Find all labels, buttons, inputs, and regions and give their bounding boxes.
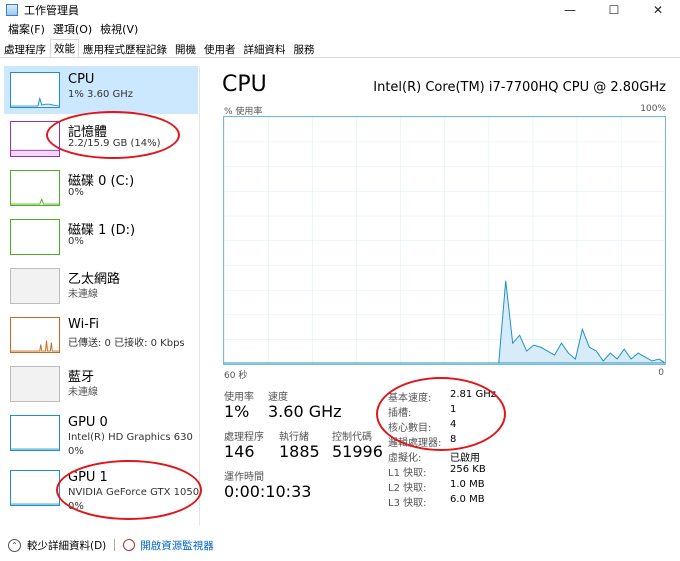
uptime-label: 運作時間: [224, 472, 264, 483]
menu-view[interactable]: 檢視(V): [96, 21, 142, 37]
gpu-1-thumbnail: [10, 470, 60, 506]
sidebar-item-value: 未連線: [68, 289, 98, 300]
menu-file[interactable]: 檔案(F): [4, 21, 49, 37]
task-manager-icon: [6, 4, 18, 16]
tab-details[interactable]: 詳細資料: [240, 40, 290, 57]
usage-value: 1%: [224, 402, 250, 421]
handles-label: 控制代碼: [332, 432, 372, 443]
sidebar-item-disk-1[interactable]: 磁碟 1 (D:) 0%: [4, 213, 198, 261]
sidebar-item-value: 0%: [68, 187, 84, 198]
spec-value: 已啟用: [450, 453, 480, 464]
spec-value: 256 KB: [450, 464, 486, 475]
graph-x-end: 0: [658, 368, 664, 378]
open-resource-monitor-link[interactable]: 開啟資源監視器: [140, 538, 214, 553]
sidebar-item-value: Intel(R) HD Graphics 630: [68, 432, 193, 443]
spec-label: 核心數目:: [388, 423, 432, 434]
sidebar-item-memory[interactable]: 記憶體 2.2/15.9 GB (14%): [4, 115, 198, 163]
gpu-0-thumbnail: [10, 415, 60, 451]
cpu-usage-graph: [223, 116, 666, 365]
window-title: 工作管理員: [24, 4, 79, 17]
minimize-button[interactable]: —: [548, 0, 592, 20]
tab-services[interactable]: 服務: [290, 40, 319, 57]
spec-label: 基本速度:: [388, 393, 432, 404]
processes-label: 處理程序: [224, 432, 264, 443]
sidebar-item-gpu-1[interactable]: GPU 1 NVIDIA GeForce GTX 1050 0%: [4, 464, 200, 518]
fewer-details-button[interactable]: 較少詳細資料(D): [27, 538, 106, 553]
tab-app-history[interactable]: 應用程式歷程記錄: [79, 40, 171, 57]
spec-value: 2.81 GHz: [450, 389, 496, 400]
resource-monitor-icon: [123, 539, 136, 551]
sidebar-item-value: 1% 3.60 GHz: [68, 89, 134, 100]
cpu-thumbnail: [10, 72, 60, 108]
bluetooth-thumbnail: [10, 366, 60, 402]
speed-label: 速度: [268, 392, 288, 403]
sidebar-item-bluetooth[interactable]: 藍牙 未連線: [4, 360, 198, 408]
sidebar-item-ethernet[interactable]: 乙太網路 未連線: [4, 262, 198, 310]
footer-divider: [114, 539, 116, 551]
spec-label: L2 快取:: [388, 483, 427, 494]
menu-options[interactable]: 選項(O): [49, 21, 96, 37]
usage-label: 使用率: [224, 392, 254, 403]
spec-value: 4: [450, 419, 457, 430]
graph-y-max: 100%: [640, 104, 666, 114]
threads-label: 執行緒: [279, 432, 309, 443]
disk-1-thumbnail: [10, 219, 60, 255]
disk-0-thumbnail: [10, 170, 60, 206]
title-bar: 工作管理員 — ☐ ✕: [0, 0, 680, 20]
page-title: CPU: [222, 72, 267, 97]
sidebar-item-value: 2.2/15.9 GB (14%): [68, 138, 161, 149]
spec-label: 虛擬化:: [388, 453, 422, 464]
spec-label: 邏輯處理器:: [388, 438, 442, 449]
spec-label: L1 快取:: [388, 468, 427, 479]
graph-x-start: 60 秒: [224, 371, 248, 381]
tab-processes[interactable]: 處理程序: [0, 40, 50, 57]
sidebar-item-wifi[interactable]: Wi-Fi 已傳送: 0 已接收: 0 Kbps: [4, 311, 198, 359]
close-button[interactable]: ✕: [636, 0, 680, 20]
speed-value: 3.60 GHz: [268, 402, 342, 421]
sidebar-item-value: 0%: [68, 236, 84, 247]
sidebar-item-gpu-0[interactable]: GPU 0 Intel(R) HD Graphics 630 0%: [4, 409, 198, 463]
spec-value: 1: [450, 404, 457, 415]
sidebar-item-cpu[interactable]: CPU 1% 3.60 GHz: [4, 66, 198, 114]
ethernet-thumbnail: [10, 268, 60, 304]
processes-value: 146: [224, 442, 255, 461]
sidebar-item-label: GPU 0: [68, 415, 108, 430]
wifi-thumbnail: [10, 317, 60, 353]
cpu-model-name: Intel(R) Core(TM) i7-7700HQ CPU @ 2.80GH…: [373, 80, 666, 95]
sidebar-item-label: Wi-Fi: [68, 317, 100, 332]
sidebar-item-label: CPU: [68, 72, 95, 87]
sidebar-item-value: 已傳送: 0 已接收: 0 Kbps: [68, 338, 185, 349]
threads-value: 1885: [279, 442, 320, 461]
chevron-up-icon[interactable]: ⌃: [8, 538, 21, 552]
spec-label: L3 快取:: [388, 498, 427, 509]
sidebar-item-value: NVIDIA GeForce GTX 1050: [68, 487, 200, 498]
spec-value: 1.0 MB: [450, 479, 485, 490]
spec-value: 8: [450, 434, 457, 445]
footer-bar: ⌃ 較少詳細資料(D) 開啟資源監視器: [0, 535, 680, 555]
resource-sidebar: CPU 1% 3.60 GHz 記憶體 2.2/15.9 GB (14%) 磁碟…: [0, 66, 200, 525]
menu-bar: 檔案(F) 選項(O) 檢視(V): [0, 20, 680, 38]
sidebar-item-usage: 0%: [68, 446, 84, 457]
sidebar-item-value: 未連線: [68, 387, 98, 398]
tab-users[interactable]: 使用者: [200, 40, 240, 57]
tab-bar: 處理程序 效能 應用程式歷程記錄 開機 使用者 詳細資料 服務: [0, 39, 680, 58]
memory-thumbnail: [10, 121, 60, 157]
tab-performance[interactable]: 效能: [50, 39, 79, 57]
spec-label: 插槽:: [388, 408, 412, 419]
maximize-button[interactable]: ☐: [592, 0, 636, 20]
uptime-value: 0:00:10:33: [224, 482, 312, 501]
handles-value: 51996: [332, 442, 383, 461]
tab-startup[interactable]: 開機: [171, 40, 200, 57]
sidebar-item-disk-0[interactable]: 磁碟 0 (C:) 0%: [4, 164, 198, 212]
spec-value: 6.0 MB: [450, 494, 485, 505]
sidebar-item-usage: 0%: [68, 501, 84, 512]
sidebar-item-label: GPU 1: [68, 470, 108, 485]
